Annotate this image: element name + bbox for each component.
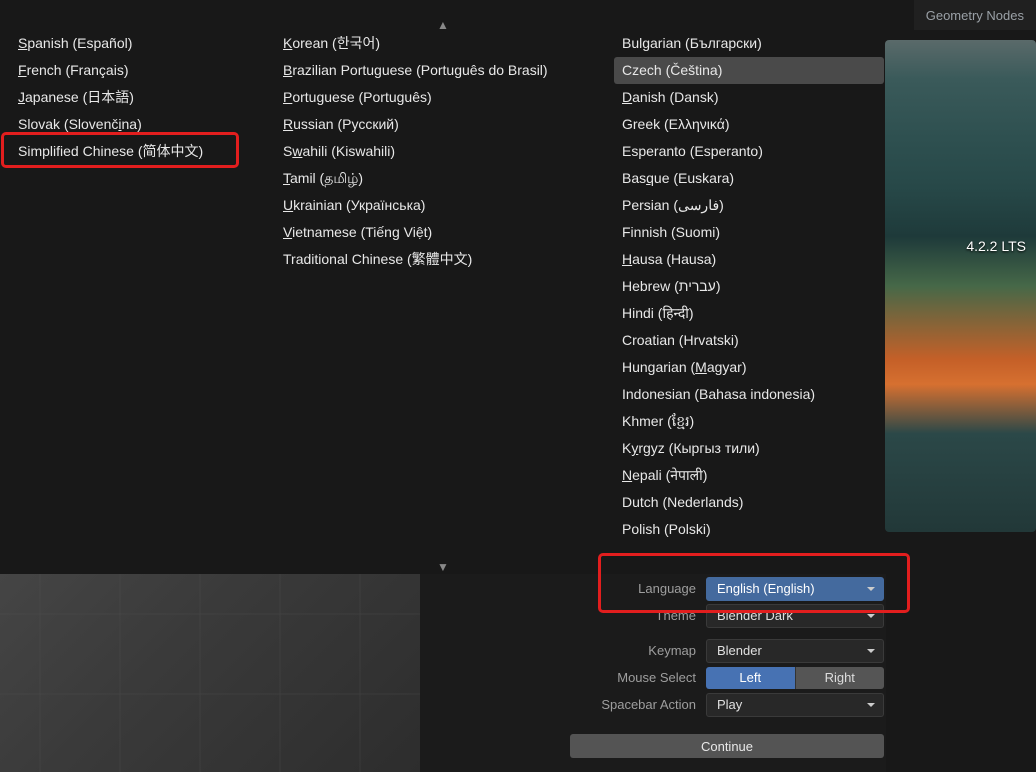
spacebar-action-dropdown[interactable]: Play bbox=[706, 693, 884, 717]
theme-dropdown[interactable]: Blender Dark bbox=[706, 604, 884, 628]
language-option[interactable]: Danish (Dansk) bbox=[614, 84, 884, 111]
mouse-select-right[interactable]: Right bbox=[796, 667, 885, 689]
language-option[interactable]: Persian (فارسی) bbox=[614, 192, 884, 219]
language-option[interactable]: Croatian (Hrvatski) bbox=[614, 327, 884, 354]
splash-image: 4.2.2 LTS bbox=[885, 40, 1036, 532]
language-option[interactable]: Brazilian Portuguese (Português do Brasi… bbox=[275, 57, 614, 84]
language-dropdown-list: Spanish (Español)French (Français)Japane… bbox=[0, 30, 885, 565]
language-option[interactable]: Czech (Čeština) bbox=[614, 57, 884, 84]
keymap-label: Keymap bbox=[570, 643, 706, 658]
tab-geometry-nodes[interactable]: Geometry Nodes bbox=[926, 8, 1024, 23]
language-option[interactable]: Hindi (हिन्दी) bbox=[614, 300, 884, 327]
language-option[interactable]: French (Français) bbox=[10, 57, 275, 84]
mouse-select-label: Mouse Select bbox=[570, 670, 706, 685]
language-option[interactable]: Spanish (Español) bbox=[10, 30, 275, 57]
language-label: Language bbox=[570, 581, 706, 596]
language-option[interactable]: Korean (한국어) bbox=[275, 30, 614, 57]
language-dropdown[interactable]: English (English) bbox=[706, 577, 884, 601]
language-option[interactable]: Vietnamese (Tiếng Việt) bbox=[275, 219, 614, 246]
language-option[interactable]: Finnish (Suomi) bbox=[614, 219, 884, 246]
keymap-dropdown[interactable]: Blender bbox=[706, 639, 884, 663]
language-option[interactable]: Nepali (नेपाली) bbox=[614, 462, 884, 489]
language-option[interactable]: Greek (Ελληνικά) bbox=[614, 111, 884, 138]
language-option[interactable]: Russian (Русский) bbox=[275, 111, 614, 138]
language-option[interactable]: Slovak (Slovenčina) bbox=[10, 111, 275, 138]
language-option[interactable]: Kyrgyz (Кыргыз тили) bbox=[614, 435, 884, 462]
language-option[interactable]: Hebrew (עברית) bbox=[614, 273, 884, 300]
language-option[interactable]: Portuguese (Português) bbox=[275, 84, 614, 111]
language-option[interactable]: Esperanto (Esperanto) bbox=[614, 138, 884, 165]
language-option[interactable]: Polish (Polski) bbox=[614, 516, 884, 543]
language-option[interactable]: Ukrainian (Українська) bbox=[275, 192, 614, 219]
scroll-down-arrow[interactable]: ▼ bbox=[437, 560, 449, 574]
viewport-3d[interactable] bbox=[0, 574, 420, 772]
language-option[interactable]: Tamil (தமிழ்) bbox=[275, 165, 614, 192]
mouse-select-left[interactable]: Left bbox=[706, 667, 796, 689]
language-option[interactable]: Indonesian (Bahasa indonesia) bbox=[614, 381, 884, 408]
theme-label: Theme bbox=[570, 608, 706, 623]
version-label: 4.2.2 LTS bbox=[966, 238, 1026, 254]
language-option[interactable]: Japanese (日本語) bbox=[10, 84, 275, 111]
spacebar-action-label: Spacebar Action bbox=[570, 697, 706, 712]
language-option[interactable]: Khmer (ខ្មែរ) bbox=[614, 408, 884, 435]
language-option[interactable]: Basque (Euskara) bbox=[614, 165, 884, 192]
language-option[interactable]: Hausa (Hausa) bbox=[614, 246, 884, 273]
workspace-tab-bar: Geometry Nodes bbox=[914, 0, 1036, 30]
continue-button[interactable]: Continue bbox=[570, 734, 884, 758]
language-option[interactable]: Swahili (Kiswahili) bbox=[275, 138, 614, 165]
quick-setup-panel: Language English (English) Theme Blender… bbox=[570, 575, 884, 718]
language-option[interactable]: Hungarian (Magyar) bbox=[614, 354, 884, 381]
language-option[interactable]: Simplified Chinese (简体中文) bbox=[10, 138, 275, 165]
language-option[interactable]: Bulgarian (Български) bbox=[614, 30, 884, 57]
mouse-select-toggle: Left Right bbox=[706, 667, 884, 689]
language-option[interactable]: Traditional Chinese (繁體中文) bbox=[275, 246, 614, 273]
language-option[interactable]: Dutch (Nederlands) bbox=[614, 489, 884, 516]
